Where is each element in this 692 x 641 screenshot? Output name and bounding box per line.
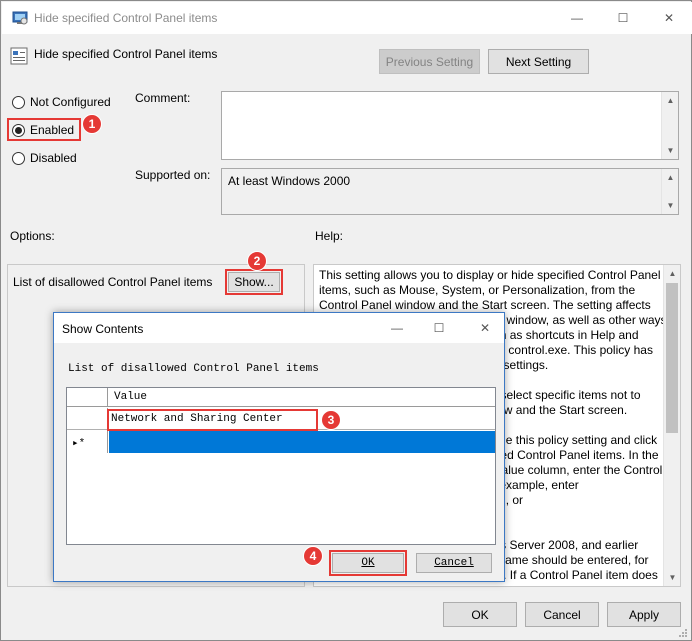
- supported-value: At least Windows 2000: [228, 174, 351, 188]
- radio-circle: [12, 96, 25, 109]
- radio-circle: [12, 152, 25, 165]
- annotation-highlight-value: [107, 409, 318, 431]
- options-list-label: List of disallowed Control Panel items: [13, 275, 213, 289]
- dialog-ok-button[interactable]: OK: [332, 553, 404, 573]
- help-label: Help:: [315, 229, 344, 243]
- grid-column-header: Value: [114, 391, 148, 403]
- show-button[interactable]: Show...: [228, 272, 280, 292]
- close-icon: ✕: [663, 11, 675, 25]
- radio-label: Not Configured: [30, 95, 111, 109]
- resize-grip-icon[interactable]: [678, 627, 688, 637]
- annotation-badge-3: 3: [321, 410, 341, 430]
- comment-label: Comment:: [135, 91, 191, 105]
- table-row-new[interactable]: ▸*: [67, 431, 495, 453]
- radio-enabled[interactable]: Enabled: [12, 123, 82, 139]
- dialog-title: Show Contents: [62, 322, 144, 336]
- maximize-icon: ☐: [617, 11, 629, 25]
- dialog-title-bar: Show Contents — ☐ ✕: [54, 313, 504, 343]
- help-line: items, such as Mouse, System, or Persona…: [319, 283, 636, 297]
- previous-setting-button[interactable]: Previous Setting: [379, 49, 480, 74]
- ok-button[interactable]: OK: [443, 602, 517, 627]
- dialog-list-label: List of disallowed Control Panel items: [68, 363, 319, 375]
- help-line: This setting allows you to display or hi…: [319, 268, 661, 282]
- supported-field: At least Windows 2000 ▲ ▼: [221, 168, 679, 215]
- grid-header-row: Value: [67, 388, 495, 407]
- title-bar: Hide specified Control Panel items — ☐ ✕: [2, 2, 692, 34]
- minimize-icon: —: [571, 11, 583, 25]
- apply-button[interactable]: Apply: [607, 602, 681, 627]
- supported-label: Supported on:: [135, 168, 211, 182]
- radio-circle: [12, 124, 25, 137]
- cancel-button[interactable]: Cancel: [525, 602, 599, 627]
- row-header-corner: [67, 388, 108, 407]
- options-label: Options:: [10, 229, 55, 243]
- policy-settings-icon: [12, 11, 28, 25]
- radio-not-configured[interactable]: Not Configured: [12, 95, 132, 111]
- annotation-badge-1: 1: [82, 114, 102, 134]
- scroll-up-icon[interactable]: ▲: [662, 169, 679, 186]
- radio-label: Disabled: [30, 151, 77, 165]
- comment-scrollbar[interactable]: ▲ ▼: [661, 92, 678, 159]
- annotation-badge-2: 2: [247, 251, 267, 271]
- close-button[interactable]: ✕: [646, 2, 692, 34]
- minimize-icon: —: [391, 321, 403, 335]
- annotation-badge-4: 4: [303, 546, 323, 566]
- scroll-up-icon[interactable]: ▲: [662, 92, 679, 109]
- scroll-down-icon[interactable]: ▼: [662, 142, 679, 159]
- show-contents-dialog: Show Contents — ☐ ✕ List of disallowed C…: [53, 312, 505, 582]
- supported-scrollbar[interactable]: ▲ ▼: [661, 169, 678, 214]
- dialog-minimize-button[interactable]: —: [374, 313, 420, 343]
- policy-name: Hide specified Control Panel items: [34, 47, 218, 61]
- maximize-button[interactable]: ☐: [600, 2, 646, 34]
- help-scrollbar[interactable]: ▲ ▼: [663, 265, 680, 586]
- scroll-down-icon[interactable]: ▼: [664, 569, 680, 586]
- radio-disabled[interactable]: Disabled: [12, 151, 92, 167]
- scroll-down-icon[interactable]: ▼: [662, 197, 679, 214]
- next-setting-button[interactable]: Next Setting: [488, 49, 589, 74]
- close-icon: ✕: [479, 321, 491, 335]
- maximize-icon: ☐: [433, 321, 445, 335]
- scroll-up-icon[interactable]: ▲: [664, 265, 680, 282]
- minimize-button[interactable]: —: [554, 2, 600, 34]
- dialog-maximize-button[interactable]: ☐: [416, 313, 462, 343]
- help-line: Control Panel window and the Start scree…: [319, 298, 651, 312]
- dialog-close-button[interactable]: ✕: [462, 313, 508, 343]
- dialog-cancel-button[interactable]: Cancel: [416, 553, 492, 573]
- new-row-marker: ▸*: [67, 431, 108, 453]
- scroll-thumb[interactable]: [666, 283, 678, 433]
- row-marker: [67, 408, 108, 430]
- radio-label: Enabled: [30, 123, 75, 137]
- table-cell-selected[interactable]: [109, 431, 495, 453]
- policy-icon: [10, 47, 28, 65]
- window-title: Hide specified Control Panel items: [34, 11, 218, 25]
- comment-field[interactable]: ▲ ▼: [221, 91, 679, 160]
